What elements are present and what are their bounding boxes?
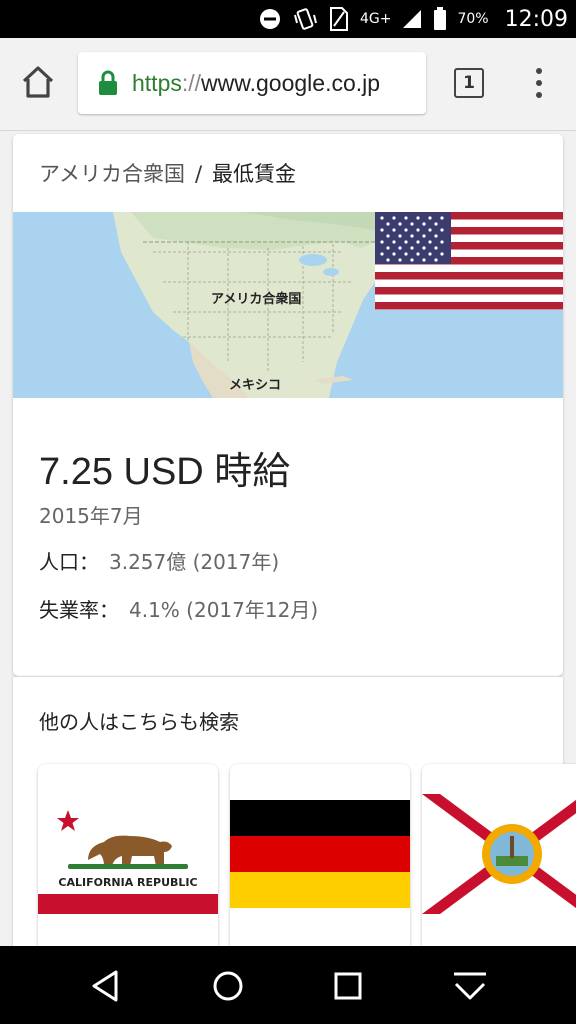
tab-switcher-button[interactable]: 1: [454, 68, 484, 98]
navigation-bar: [0, 946, 576, 1024]
related-title: 他の人はこちらも検索: [39, 710, 239, 734]
url-host: www.google.co.jp: [201, 69, 381, 96]
address-bar[interactable]: https://www.google.co.jp: [78, 52, 426, 114]
battery-percent: 70%: [457, 11, 489, 27]
breadcrumb-topic: 最低賃金: [212, 162, 297, 186]
home-nav-icon[interactable]: [206, 964, 250, 1008]
home-icon[interactable]: [18, 62, 58, 102]
hide-keyboard-icon[interactable]: [448, 964, 492, 1008]
map-label-usa: アメリカ合衆国: [211, 292, 302, 307]
url-text[interactable]: https://www.google.co.jp: [132, 70, 380, 97]
battery-icon: [433, 7, 447, 31]
unemployment-value: 4.1% (2017年12月): [129, 598, 319, 622]
related-item-germany[interactable]: [230, 764, 410, 954]
map-label-mexico: メキシコ: [229, 378, 282, 393]
recents-icon[interactable]: [326, 964, 370, 1008]
population-value: 3.257億 (2017年): [109, 550, 280, 574]
germany-flag: [230, 764, 410, 954]
url-separator: ://: [181, 69, 202, 96]
divider: [13, 676, 563, 677]
related-item-florida[interactable]: [422, 764, 576, 954]
browser-toolbar: https://www.google.co.jp 1: [0, 38, 576, 131]
wage-date: 2015年7月: [39, 504, 143, 528]
breadcrumb-separator: /: [194, 162, 203, 186]
california-flag: CALIFORNIA REPUBLIC: [38, 764, 218, 954]
overflow-menu-icon[interactable]: [534, 68, 544, 100]
back-icon[interactable]: [84, 964, 128, 1008]
florida-flag: [422, 764, 576, 954]
url-scheme: https: [132, 69, 182, 96]
usa-flag: [375, 212, 563, 310]
clock: 12:09: [504, 6, 568, 32]
population-label: 人口：: [39, 550, 99, 574]
california-flag-text: CALIFORNIA REPUBLIC: [58, 876, 197, 889]
vibrate-icon: [292, 7, 318, 31]
wage-value: 7.25 USD 時給: [39, 451, 291, 493]
unemployment-row: 失業率： 4.1% (2017年12月): [39, 594, 318, 623]
map-image[interactable]: アメリカ合衆国 メキシコ: [13, 212, 563, 398]
status-bar: 4G+ 70% 12:09: [0, 0, 576, 38]
knowledge-card: アメリカ合衆国 / 最低賃金 アメリカ合衆国 メキシコ 7.25 USD 時給 …: [13, 134, 563, 676]
population-row: 人口： 3.257億 (2017年): [39, 546, 279, 575]
related-searches-card: 他の人はこちらも検索 CALIFORNIA REPUBLIC: [13, 676, 576, 956]
breadcrumb-country[interactable]: アメリカ合衆国: [39, 162, 185, 186]
related-item-california[interactable]: CALIFORNIA REPUBLIC: [38, 764, 218, 954]
do-not-disturb-icon: [258, 7, 282, 31]
no-sim-icon: [328, 6, 350, 32]
breadcrumb: アメリカ合衆国 / 最低賃金: [39, 158, 296, 188]
signal-icon: [401, 8, 423, 30]
unemployment-label: 失業率：: [39, 598, 119, 622]
network-type: 4G+: [359, 11, 392, 27]
lock-icon: [98, 70, 118, 96]
